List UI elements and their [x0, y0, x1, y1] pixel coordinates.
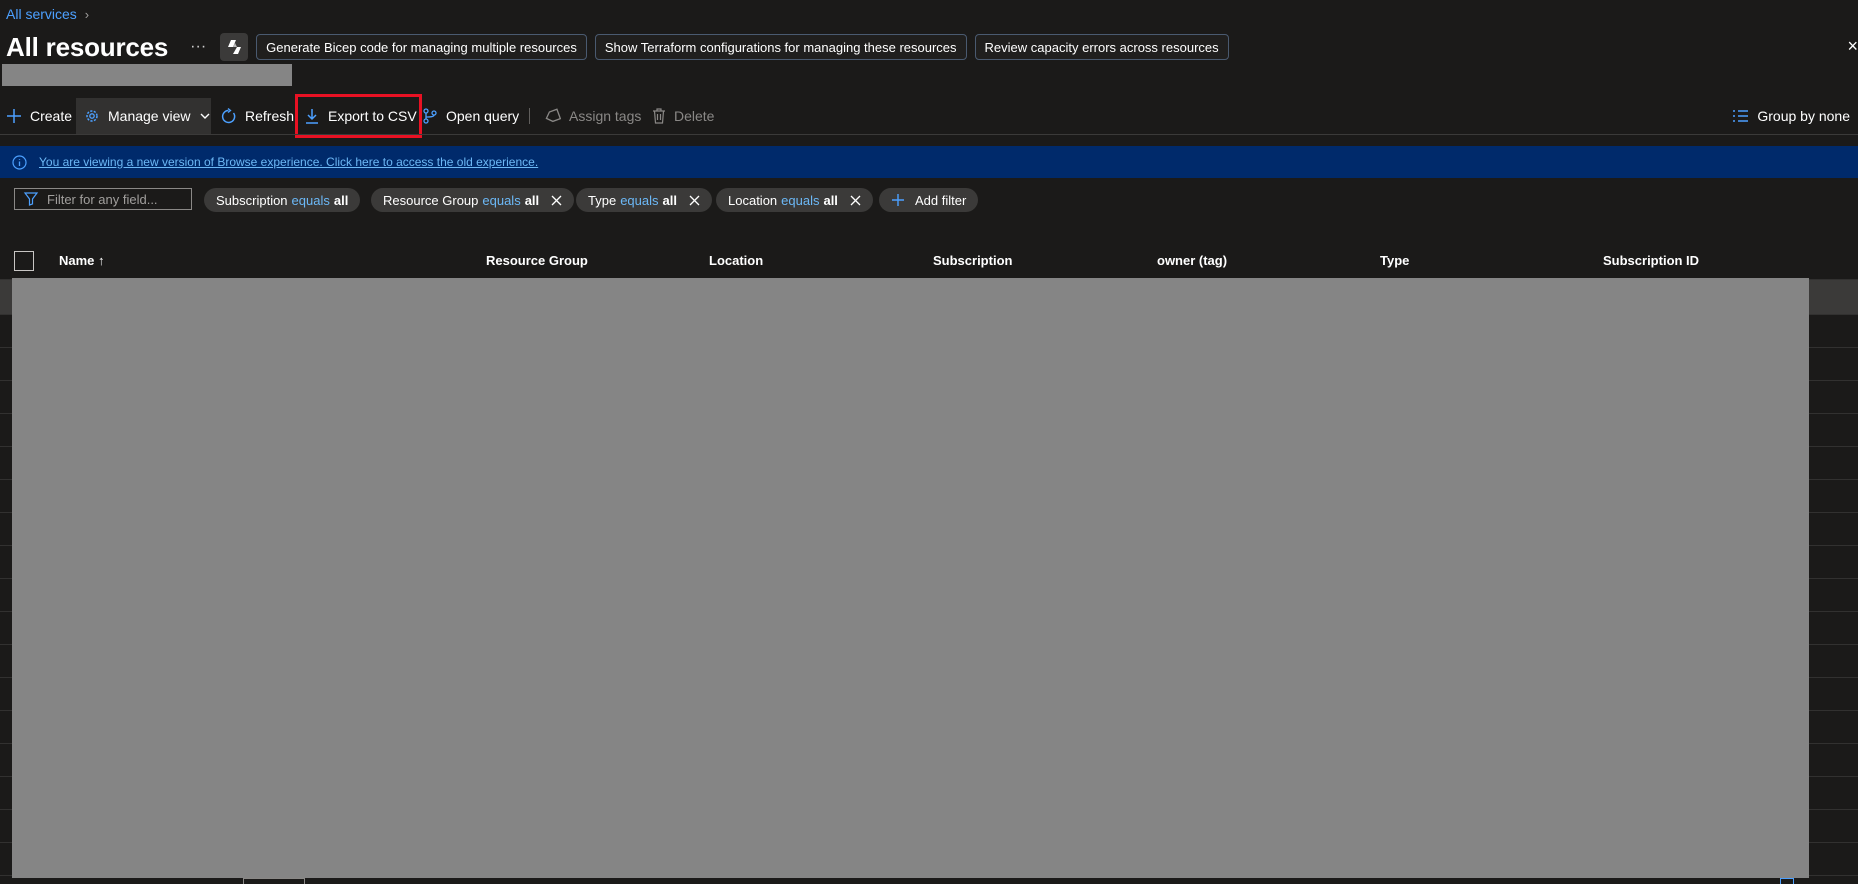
- chip-op: equals: [781, 192, 820, 208]
- close-icon[interactable]: ×: [1847, 36, 1858, 57]
- column-header-subscription-id[interactable]: Subscription ID: [1603, 251, 1699, 271]
- page-title: All resources: [6, 31, 169, 62]
- breadcrumb: All services ›: [6, 5, 89, 23]
- group-by-button[interactable]: Group by none: [1732, 98, 1850, 134]
- export-csv-label: Export to CSV: [328, 108, 417, 124]
- chip-value: all: [823, 192, 838, 208]
- copilot-button[interactable]: [220, 33, 249, 61]
- toolbar-divider: [0, 134, 1858, 135]
- trash-icon: [653, 108, 665, 124]
- manage-view-label: Manage view: [108, 108, 191, 124]
- delete-label: Delete: [674, 108, 715, 124]
- refresh-icon: [221, 107, 236, 123]
- query-icon: [423, 108, 437, 124]
- chip-field: Type: [588, 192, 617, 208]
- filter-field[interactable]: [14, 188, 192, 210]
- column-header-subscription[interactable]: Subscription: [933, 251, 1012, 271]
- refresh-button[interactable]: Refresh: [220, 98, 294, 134]
- download-icon: [306, 109, 318, 124]
- chip-op: equals: [482, 192, 521, 208]
- copilot-icon: [228, 40, 242, 54]
- terraform-config-button[interactable]: Show Terraform configurations for managi…: [594, 34, 967, 60]
- create-label: Create: [30, 108, 73, 124]
- filter-input[interactable]: [45, 190, 189, 208]
- filter-chip-type[interactable]: Type equals all: [576, 188, 712, 212]
- info-icon: [12, 154, 27, 170]
- title-row: All resources ··· Generate Bicep code fo…: [6, 30, 1237, 64]
- column-header-resource-group[interactable]: Resource Group: [486, 251, 588, 271]
- filter-chip-resource-group[interactable]: Resource Group equals all: [371, 188, 575, 212]
- column-header-type[interactable]: Type: [1380, 251, 1409, 271]
- footer-icon[interactable]: [1780, 878, 1794, 884]
- chip-value: all: [333, 192, 349, 208]
- toolbar-separator: [529, 108, 530, 124]
- column-header-name[interactable]: Name ↑: [59, 251, 105, 271]
- redacted-subtitle: [2, 64, 292, 86]
- assign-tags-label: Assign tags: [569, 108, 642, 124]
- remove-filter-close-icon[interactable]: [551, 195, 562, 206]
- generate-bicep-button[interactable]: Generate Bicep code for managing multipl…: [256, 34, 587, 60]
- azure-portal-page: All services › All resources ··· Generat…: [0, 0, 1858, 884]
- filter-icon: [23, 192, 39, 206]
- delete-button[interactable]: Delete: [652, 98, 714, 134]
- group-by-label: Group by none: [1757, 108, 1850, 124]
- export-csv-button[interactable]: Export to CSV: [304, 98, 417, 134]
- chip-field: Subscription: [216, 192, 288, 208]
- plus-icon: [892, 194, 904, 206]
- old-experience-link[interactable]: You are viewing a new version of Browse …: [39, 155, 538, 169]
- capacity-errors-button[interactable]: Review capacity errors across resources: [974, 34, 1229, 60]
- chip-op: equals: [620, 192, 659, 208]
- breadcrumb-all-services[interactable]: All services: [6, 6, 77, 22]
- pagination-box[interactable]: [243, 878, 305, 884]
- filter-chip-location[interactable]: Location equals all: [716, 188, 873, 212]
- gear-icon: [86, 110, 98, 122]
- plus-icon: [7, 109, 21, 123]
- chevron-down-icon: [200, 113, 209, 119]
- column-header-location[interactable]: Location: [709, 251, 763, 271]
- assign-tags-button[interactable]: Assign tags: [545, 98, 641, 134]
- refresh-label: Refresh: [245, 108, 295, 124]
- column-header-owner-tag[interactable]: owner (tag): [1157, 251, 1227, 271]
- chip-value: all: [662, 192, 677, 208]
- open-query-label: Open query: [446, 108, 520, 124]
- tag-icon: [545, 108, 561, 123]
- manage-view-button[interactable]: Manage view: [76, 98, 211, 134]
- chip-field: Location: [728, 192, 778, 208]
- breadcrumb-chevron-icon: ›: [84, 6, 90, 22]
- chip-field: Resource Group: [383, 192, 479, 208]
- redacted-table-content: [12, 278, 1809, 878]
- open-query-button[interactable]: Open query: [422, 98, 519, 134]
- remove-filter-close-icon[interactable]: [850, 195, 861, 206]
- create-button[interactable]: Create: [6, 98, 72, 134]
- chip-op: equals: [291, 192, 330, 208]
- remove-filter-close-icon[interactable]: [689, 195, 700, 206]
- command-bar: Create Manage view Refresh Export to CSV: [0, 98, 1858, 134]
- add-filter-label: Add filter: [915, 192, 967, 208]
- add-filter-button[interactable]: Add filter: [879, 188, 979, 212]
- select-all-checkbox[interactable]: [14, 251, 34, 271]
- more-options-button[interactable]: ···: [190, 38, 206, 56]
- filter-chip-subscription[interactable]: Subscription equals all: [204, 188, 361, 212]
- chip-value: all: [524, 192, 540, 208]
- info-banner: You are viewing a new version of Browse …: [0, 146, 1858, 178]
- list-icon: [1733, 110, 1749, 122]
